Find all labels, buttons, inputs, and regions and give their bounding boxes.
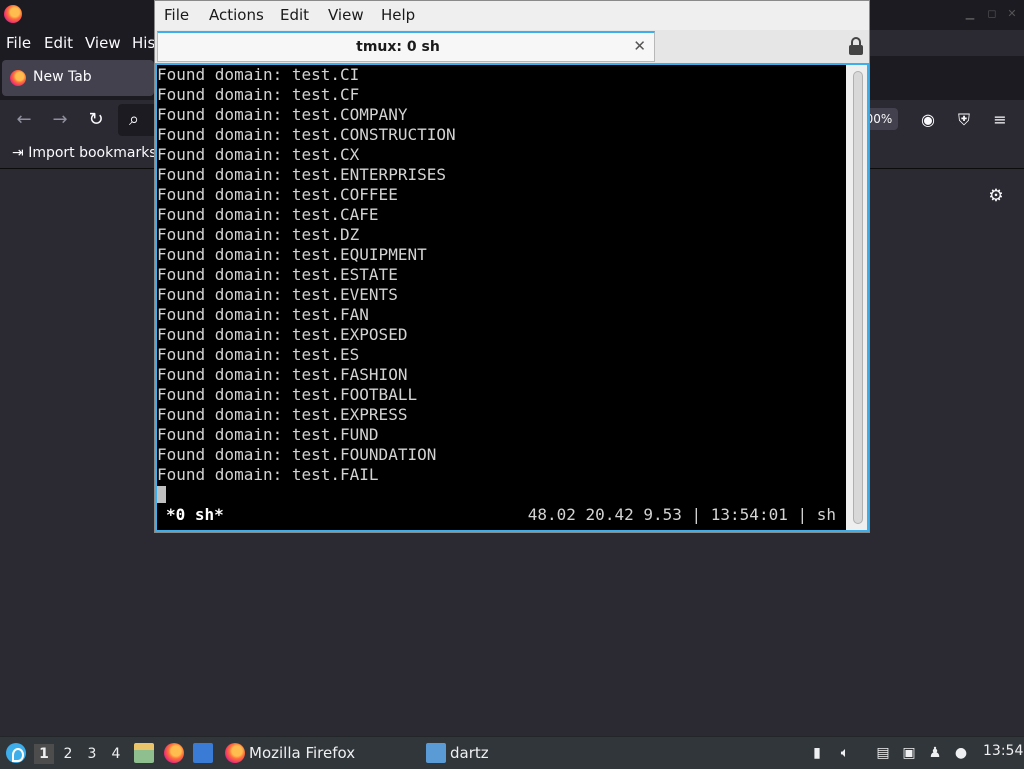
terminal-output-line: Found domain: test.CONSTRUCTION xyxy=(157,125,456,144)
terminal-output-line: Found domain: test.FASHION xyxy=(157,365,408,384)
volume-icon[interactable]: 🔈︎ xyxy=(836,744,854,762)
firefox-menu-edit[interactable]: Edit xyxy=(44,34,73,52)
terminal-output-line: Found domain: test.ES xyxy=(157,345,360,364)
firefox-menu-view[interactable]: View xyxy=(85,34,121,52)
task-label: Mozilla Firefox xyxy=(249,744,356,762)
terminal-output-line: Found domain: test.FAN xyxy=(157,305,369,324)
start-menu-icon[interactable] xyxy=(6,743,26,763)
task-label: dartz xyxy=(450,744,489,762)
forward-arrow-icon[interactable]: → xyxy=(48,108,72,132)
user-icon[interactable]: ♟ xyxy=(926,744,944,762)
terminal-screen[interactable]: Found domain: test.FAIL Found domain: tes… xyxy=(156,65,846,532)
terminal-launcher-icon[interactable] xyxy=(193,743,213,763)
terminal-output-line: Found domain: test.FOUNDATION xyxy=(157,445,437,464)
workspace-4[interactable]: 4 xyxy=(106,744,126,764)
terminal-output-line: Found domain: test.FUND xyxy=(157,425,379,444)
terminal-menu-help[interactable]: Help xyxy=(381,6,415,24)
taskbar: 1 2 3 4 Mozilla Firefox dartz ▮ 🔈︎ ▤ ▣ ♟… xyxy=(0,736,1024,769)
import-icon: ⇥ xyxy=(12,145,29,161)
terminal-menu-actions[interactable]: Actions xyxy=(209,6,264,24)
folder-icon xyxy=(426,743,446,763)
minimize-icon[interactable]: ▁ xyxy=(964,8,976,20)
network-icon[interactable]: ▣ xyxy=(900,744,918,762)
tmux-window-list: *0 sh* xyxy=(166,505,224,524)
terminal-scrollbar[interactable] xyxy=(847,65,869,532)
task-firefox[interactable]: Mozilla Firefox xyxy=(225,740,415,766)
tmux-status-right: 48.02 20.42 9.53 | 13:54:01 | sh xyxy=(527,505,836,524)
maximize-icon[interactable]: ◻ xyxy=(986,8,998,20)
terminal-output-line: Found domain: test.COFFEE xyxy=(157,185,398,204)
firefox-menubar: File Edit View His xyxy=(0,30,160,56)
file-manager-launcher-icon[interactable] xyxy=(134,743,154,763)
reload-icon[interactable]: ↻ xyxy=(84,108,108,132)
search-icon: ⌕ xyxy=(128,109,140,130)
tab-label: New Tab xyxy=(33,69,92,85)
workspace-3[interactable]: 3 xyxy=(82,744,102,764)
terminal-output-line: Found domain: test.EVENTS xyxy=(157,285,398,304)
terminal-output-line: Found domain: test.DZ xyxy=(157,225,360,244)
terminal-tab-title: tmux: 0 sh xyxy=(356,39,440,55)
terminal-menubar: File Actions Edit View Help xyxy=(155,1,869,30)
workspace-1[interactable]: 1 xyxy=(34,744,54,764)
import-bookmarks-link[interactable]: ⇥ Import bookmarks... xyxy=(12,145,170,161)
hamburger-menu-icon[interactable]: ≡ xyxy=(990,110,1010,130)
firefox-logo-icon xyxy=(4,5,22,23)
terminal-output-line: Found domain: test.CF xyxy=(157,85,360,104)
firefox-icon xyxy=(10,70,26,86)
workspace-2[interactable]: 2 xyxy=(58,744,78,764)
terminal-output-line: Found domain: test.ENTERPRISES xyxy=(157,165,446,184)
notification-icon[interactable]: ● xyxy=(952,744,970,762)
terminal-tab[interactable]: tmux: 0 sh ✕ xyxy=(157,31,655,62)
close-icon[interactable]: ✕ xyxy=(1006,8,1018,20)
firefox-tab-new-tab[interactable]: New Tab xyxy=(2,60,154,96)
firefox-menu-file[interactable]: File xyxy=(6,34,31,52)
incognito-extension-icon[interactable]: ◉ xyxy=(918,110,938,130)
terminal-output-line: Found domain: test.CAFE xyxy=(157,205,379,224)
ublock-shield-icon[interactable]: ⛨ xyxy=(954,110,974,130)
firefox-menu-history[interactable]: His xyxy=(132,34,155,52)
terminal-menu-view[interactable]: View xyxy=(328,6,364,24)
terminal-menu-file[interactable]: File xyxy=(164,6,189,24)
tmux-status-bar: *0 sh* 48.02 20.42 9.53 | 13:54:01 | sh xyxy=(156,505,846,525)
terminal-menu-edit[interactable]: Edit xyxy=(280,6,309,24)
terminal-output-line: Found domain: test.EQUIPMENT xyxy=(157,245,427,264)
close-tab-icon[interactable]: ✕ xyxy=(633,37,646,55)
firefox-launcher-icon[interactable] xyxy=(164,743,184,763)
gear-icon[interactable]: ⚙ xyxy=(986,186,1006,206)
terminal-output-line: Found domain: test.FAIL xyxy=(157,465,379,484)
firefox-icon xyxy=(225,743,245,763)
terminal-output-line: Found domain: test.COMPANY xyxy=(157,105,408,124)
terminal-tabbar: tmux: 0 sh ✕ xyxy=(155,30,869,63)
lock-icon[interactable] xyxy=(849,37,863,55)
battery-icon[interactable]: ▮ xyxy=(808,744,826,762)
task-dartz[interactable]: dartz xyxy=(426,740,616,766)
import-bookmarks-label: Import bookmarks... xyxy=(28,145,170,161)
terminal-output-line: Found domain: test.EXPRESS xyxy=(157,405,408,424)
terminal-output-line: Found domain: test.FOOTBALL xyxy=(157,385,418,404)
scrollbar-thumb[interactable] xyxy=(853,71,863,524)
terminal-cursor xyxy=(157,486,166,503)
terminal-output-line: Found domain: test.ESTATE xyxy=(157,265,398,284)
terminal-output-line: Found domain: test.CX xyxy=(157,145,360,164)
clock[interactable]: 13:54 xyxy=(983,743,1023,759)
terminal-window: File Actions Edit View Help tmux: 0 sh ✕… xyxy=(154,0,870,533)
terminal-output-line: Found domain: test.EXPOSED xyxy=(157,325,408,344)
terminal-output-line: Found domain: test.CI xyxy=(157,65,360,84)
back-arrow-icon[interactable]: ← xyxy=(12,108,36,132)
clipboard-icon[interactable]: ▤ xyxy=(874,744,892,762)
